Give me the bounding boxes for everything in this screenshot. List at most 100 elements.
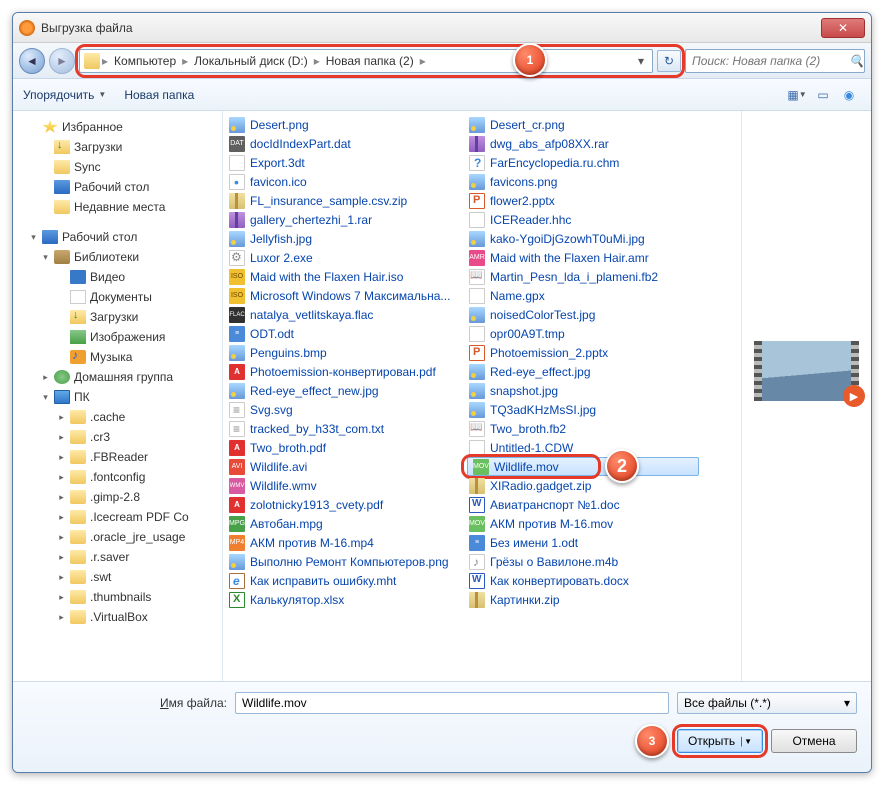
cancel-button[interactable]: Отмена (771, 729, 857, 753)
expand-icon[interactable]: ▸ (57, 513, 66, 522)
file-item[interactable]: Luxor 2.exe (223, 248, 463, 267)
search-box[interactable]: 🔍 (685, 49, 865, 73)
tree-item[interactable]: ▸.swt (13, 567, 222, 587)
tree-item[interactable]: ▾Рабочий стол (13, 227, 222, 247)
file-item[interactable]: Photoemission_2.pptx (463, 343, 703, 362)
filetype-dropdown[interactable]: Все файлы (*.*)▾ (677, 692, 857, 714)
tree-item[interactable]: ▸.fontconfig (13, 467, 222, 487)
file-item[interactable]: Red-eye_effect_new.jpg (223, 381, 463, 400)
tree-item[interactable]: ▸.gimp-2.8 (13, 487, 222, 507)
file-item[interactable]: Maid with the Flaxen Hair.iso (223, 267, 463, 286)
file-item[interactable]: Как конвертировать.docx (463, 571, 703, 590)
file-item[interactable]: kako-YgoiDjGzowhT0uMi.jpg (463, 229, 703, 248)
expand-icon[interactable] (57, 333, 66, 342)
expand-icon[interactable] (41, 143, 50, 152)
tree-item[interactable]: ▸.Icecream PDF Co (13, 507, 222, 527)
file-item[interactable]: Wildlife.wmv (223, 476, 463, 495)
expand-icon[interactable]: ▸ (57, 493, 66, 502)
file-item[interactable]: Two_broth.fb2 (463, 419, 703, 438)
breadcrumb-segment[interactable]: Новая папка (2) (322, 54, 418, 68)
tree-item[interactable]: ▸.thumbnails (13, 587, 222, 607)
expand-icon[interactable]: ▸ (57, 473, 66, 482)
tree-item[interactable]: ▸.cr3 (13, 427, 222, 447)
file-item[interactable]: Wildlife.avi (223, 457, 463, 476)
tree-item[interactable]: ▸.FBReader (13, 447, 222, 467)
tree-item[interactable]: ▸.cache (13, 407, 222, 427)
file-item[interactable]: Как исправить ошибку.mht (223, 571, 463, 590)
file-item[interactable]: Автобан.mpg (223, 514, 463, 533)
tree-item[interactable]: Изображения (13, 327, 222, 347)
expand-icon[interactable]: ▸ (57, 453, 66, 462)
file-columns[interactable]: Desert.pngdocIdIndexPart.datExport.3dtfa… (223, 111, 741, 681)
expand-icon[interactable]: ▸ (57, 413, 66, 422)
file-item[interactable]: noisedColorTest.jpg (463, 305, 703, 324)
expand-icon[interactable]: ▸ (57, 533, 66, 542)
expand-icon[interactable] (29, 123, 38, 132)
titlebar[interactable]: Выгрузка файла ✕ (13, 13, 871, 43)
file-item[interactable]: Two_broth.pdf (223, 438, 463, 457)
forward-button[interactable]: ► (49, 48, 75, 74)
open-button[interactable]: Открыть │▼ (677, 729, 763, 753)
file-item-selected[interactable]: Wildlife.mov (467, 457, 699, 476)
file-item[interactable]: Name.gpx (463, 286, 703, 305)
file-item[interactable]: TQ3adKHzMsSI.jpg (463, 400, 703, 419)
file-item[interactable]: Maid with the Flaxen Hair.amr (463, 248, 703, 267)
file-item[interactable]: Desert.png (223, 115, 463, 134)
address-dropdown[interactable]: ▾ (634, 54, 648, 68)
file-item[interactable]: FL_insurance_sample.csv.zip (223, 191, 463, 210)
tree-item[interactable]: Документы (13, 287, 222, 307)
breadcrumb-segment[interactable]: Компьютер (110, 54, 180, 68)
file-item[interactable]: flower2.pptx (463, 191, 703, 210)
filename-input[interactable] (235, 692, 669, 714)
expand-icon[interactable] (57, 353, 66, 362)
file-item[interactable]: Выполню Ремонт Компьютеров.png (223, 552, 463, 571)
file-item[interactable]: Грёзы о Вавилоне.m4b (463, 552, 703, 571)
file-item[interactable]: Microsoft Windows 7 Максимальна... (223, 286, 463, 305)
file-item[interactable]: Penguins.bmp (223, 343, 463, 362)
tree-item[interactable]: ▾ПК (13, 387, 222, 407)
expand-icon[interactable] (57, 273, 66, 282)
tree-item[interactable]: Sync (13, 157, 222, 177)
file-item[interactable]: Калькулятор.xlsx (223, 590, 463, 609)
file-item[interactable]: ICEReader.hhc (463, 210, 703, 229)
expand-icon[interactable] (41, 183, 50, 192)
file-item[interactable]: natalya_vetlitskaya.flac (223, 305, 463, 324)
expand-icon[interactable]: ▾ (41, 253, 50, 262)
search-input[interactable] (692, 54, 849, 68)
expand-icon[interactable] (57, 313, 66, 322)
refresh-button[interactable]: ↻ (657, 50, 681, 72)
file-item[interactable]: docIdIndexPart.dat (223, 134, 463, 153)
expand-icon[interactable]: ▸ (57, 593, 66, 602)
file-item[interactable]: Авиатранспорт №1.doc (463, 495, 703, 514)
file-item[interactable]: Red-eye_effect.jpg (463, 362, 703, 381)
back-button[interactable]: ◄ (19, 48, 45, 74)
file-item[interactable]: Картинки.zip (463, 590, 703, 609)
file-item[interactable]: Untitled-1.CDW (463, 438, 703, 457)
file-item[interactable]: Без имени 1.odt (463, 533, 703, 552)
file-item[interactable]: Jellyfish.jpg (223, 229, 463, 248)
file-item[interactable]: ODT.odt (223, 324, 463, 343)
search-icon[interactable]: 🔍 (849, 54, 864, 68)
file-item[interactable]: zolotnicky1913_cvety.pdf (223, 495, 463, 514)
tree-item[interactable]: Загрузки (13, 137, 222, 157)
tree-item[interactable]: Недавние места (13, 197, 222, 217)
file-item[interactable]: XIRadio.gadget.zip (463, 476, 703, 495)
preview-pane-button[interactable]: ▭ (811, 84, 835, 106)
file-item[interactable]: favicons.png (463, 172, 703, 191)
file-item[interactable]: FarEncyclopedia.ru.chm (463, 153, 703, 172)
tree-item[interactable]: Загрузки (13, 307, 222, 327)
file-item[interactable]: dwg_abs_afp08XX.rar (463, 134, 703, 153)
file-item[interactable]: gallery_chertezhi_1.rar (223, 210, 463, 229)
file-item[interactable]: tracked_by_h33t_com.txt (223, 419, 463, 438)
expand-icon[interactable]: ▾ (29, 233, 38, 242)
tree-item[interactable]: ▸.VirtualBox (13, 607, 222, 627)
file-item[interactable]: snapshot.jpg (463, 381, 703, 400)
tree-item[interactable]: ▸.r.saver (13, 547, 222, 567)
help-button[interactable]: ◉ (837, 84, 861, 106)
file-item[interactable]: favicon.ico (223, 172, 463, 191)
organize-menu[interactable]: Упорядочить ▼ (23, 88, 106, 102)
close-button[interactable]: ✕ (821, 18, 865, 38)
file-item[interactable]: opr00A9T.tmp (463, 324, 703, 343)
file-item[interactable]: Export.3dt (223, 153, 463, 172)
breadcrumb-segment[interactable]: Локальный диск (D:) (190, 54, 312, 68)
